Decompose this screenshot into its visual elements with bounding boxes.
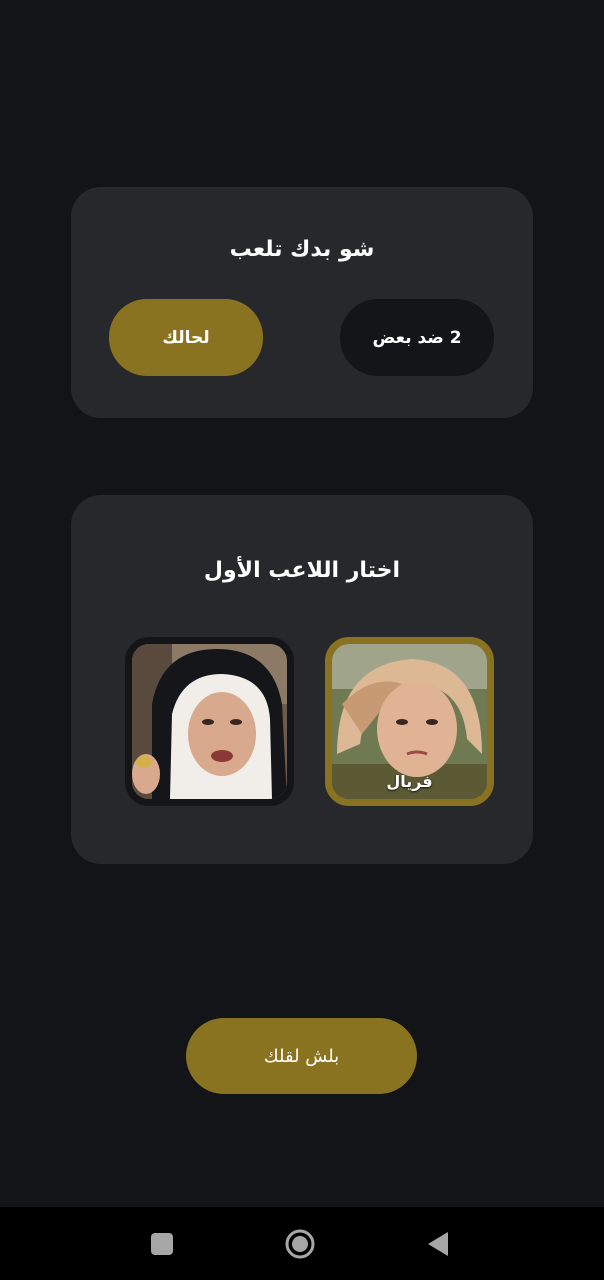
- player-option-1[interactable]: [125, 637, 294, 806]
- square-recents-icon: [151, 1233, 173, 1255]
- player-name-label: فريال: [386, 772, 433, 791]
- solo-mode-button[interactable]: لحالك: [109, 299, 263, 376]
- circle-home-icon: [285, 1229, 315, 1259]
- screen: شو بدك تلعب لحالك 2 ضد بعض اختار اللاعب …: [0, 0, 604, 1280]
- first-player-card: اختار اللاعب الأول فريال: [71, 495, 533, 864]
- first-player-title: اختار اللاعب الأول: [203, 558, 401, 583]
- home-button[interactable]: [285, 1229, 315, 1259]
- woman-black-headscarf-photo: [132, 644, 287, 799]
- player-option-2[interactable]: فريال: [325, 637, 494, 806]
- android-navigation-bar: [0, 1207, 604, 1280]
- versus-mode-button[interactable]: 2 ضد بعض: [340, 299, 494, 376]
- recents-button[interactable]: [147, 1229, 177, 1259]
- game-mode-card: شو بدك تلعب لحالك 2 ضد بعض: [71, 187, 533, 418]
- back-button[interactable]: [424, 1229, 454, 1259]
- start-button[interactable]: بلش لقلك: [186, 1018, 417, 1094]
- triangle-back-icon: [428, 1232, 448, 1256]
- game-mode-title: شو بدك تلعب: [229, 237, 375, 262]
